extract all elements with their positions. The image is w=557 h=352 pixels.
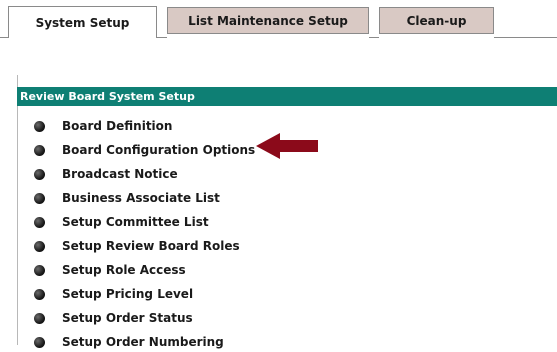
left-arrow-icon [256, 133, 318, 159]
bullet-icon [34, 288, 45, 300]
menu-item-setup-order-status[interactable]: Setup Order Status [34, 308, 193, 328]
menu-item-setup-pricing-level[interactable]: Setup Pricing Level [34, 284, 193, 304]
bullet-icon [34, 264, 45, 276]
menu-item-label: Board Configuration Options [62, 143, 256, 157]
menu-item-label: Setup Pricing Level [62, 287, 194, 301]
tab-baseline [369, 37, 379, 38]
menu-item-setup-review-board-roles[interactable]: Setup Review Board Roles [34, 236, 240, 256]
tab-baseline [0, 37, 8, 38]
bullet-icon [34, 144, 45, 156]
menu-item-label: Setup Review Board Roles [62, 239, 240, 253]
bullet-icon [34, 168, 45, 180]
tab-bar: System Setup List Maintenance Setup Clea… [0, 0, 557, 40]
menu-item-label: Setup Order Numbering [62, 335, 224, 349]
tab-clean-up[interactable]: Clean-up [379, 7, 494, 34]
bullet-icon [34, 312, 45, 324]
tab-label: List Maintenance Setup [188, 13, 348, 28]
bullet-icon [34, 192, 45, 204]
panel-left-border [17, 75, 18, 345]
panel-header: Review Board System Setup [17, 87, 557, 106]
bullet-icon [34, 120, 45, 132]
menu-item-setup-committee-list[interactable]: Setup Committee List [34, 212, 209, 232]
menu-item-label: Board Definition [62, 119, 173, 133]
menu-item-label: Setup Role Access [62, 263, 186, 277]
menu-item-broadcast-notice[interactable]: Broadcast Notice [34, 164, 178, 184]
panel-title: Review Board System Setup [20, 90, 195, 103]
tab-baseline [157, 37, 167, 38]
bullet-icon [34, 216, 45, 228]
tab-system-setup[interactable]: System Setup [8, 6, 157, 38]
menu-item-label: Setup Order Status [62, 311, 193, 325]
menu-item-label: Business Associate List [62, 191, 220, 205]
menu-item-setup-role-access[interactable]: Setup Role Access [34, 260, 186, 280]
tab-label: System Setup [35, 15, 130, 30]
menu-item-business-associate-list[interactable]: Business Associate List [34, 188, 220, 208]
tab-list-maintenance-setup[interactable]: List Maintenance Setup [167, 7, 369, 34]
bullet-icon [34, 336, 45, 348]
menu-item-board-definition[interactable]: Board Definition [34, 116, 172, 136]
menu-item-board-configuration-options[interactable]: Board Configuration Options [34, 140, 255, 160]
menu-item-label: Broadcast Notice [62, 167, 178, 181]
menu-item-setup-order-numbering[interactable]: Setup Order Numbering [34, 332, 224, 352]
tab-label: Clean-up [406, 13, 467, 28]
bullet-icon [34, 240, 45, 252]
menu-item-label: Setup Committee List [62, 215, 209, 229]
tab-baseline [494, 37, 557, 38]
